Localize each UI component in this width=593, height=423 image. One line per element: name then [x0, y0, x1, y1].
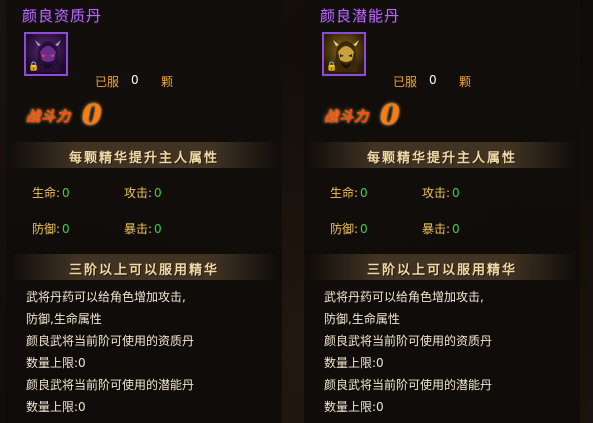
stat-attack: 攻击: 0 — [124, 184, 162, 201]
owned-count: 0 — [131, 73, 139, 87]
stat-hp-value: 0 — [62, 186, 70, 200]
combat-power-value: 0 — [82, 98, 102, 131]
desc-line: 数量上限:0 — [26, 356, 86, 370]
desc-line: 数量上限:0 — [324, 400, 384, 414]
pill-description: 武将丹药可以给角色增加攻击, 防御,生命属性 颜良武将当前阶可使用的资质丹 数量… — [26, 286, 194, 418]
owned-label: 已服 — [393, 75, 418, 89]
stat-defense: 防御: 0 — [32, 220, 70, 237]
stat-defense-value: 0 — [360, 222, 368, 236]
desc-line: 武将丹药可以给角色增加攻击, — [26, 290, 186, 304]
desc-line: 数量上限:0 — [324, 356, 384, 370]
desc-line: 颜良武将当前阶可使用的潜能丹 — [324, 378, 493, 392]
combat-power-value: 0 — [380, 98, 400, 131]
pill-description: 武将丹药可以给角色增加攻击, 防御,生命属性 颜良武将当前阶可使用的资质丹 数量… — [324, 286, 492, 418]
stat-crit: 暴击: 0 — [124, 220, 162, 237]
stat-crit-label: 暴击: — [422, 222, 451, 236]
stat-attack-value: 0 — [452, 186, 460, 200]
stat-attack-value: 0 — [154, 186, 162, 200]
owned-unit: 颗 — [459, 75, 472, 89]
requirement-section-header: 三阶以上可以服用精华 — [10, 254, 278, 280]
desc-line: 颜良武将当前阶可使用的潜能丹 — [26, 378, 195, 392]
stat-hp: 生命: 0 — [32, 184, 70, 201]
desc-line: 数量上限:0 — [26, 400, 86, 414]
desc-line: 防御,生命属性 — [324, 312, 400, 326]
stat-attack-label: 攻击: — [422, 186, 451, 200]
stat-defense-value: 0 — [62, 222, 70, 236]
stat-hp-value: 0 — [360, 186, 368, 200]
attr-section-header: 每颗精华提升主人属性 — [10, 142, 278, 168]
pill-title: 颜良资质丹 — [22, 7, 103, 25]
pill-icon-slot[interactable]: 🔒 — [322, 32, 366, 76]
stat-crit-label: 暴击: — [124, 222, 153, 236]
owned-count: 0 — [429, 73, 437, 87]
stat-hp-label: 生命: — [330, 186, 359, 200]
attr-section-header: 每颗精华提升主人属性 — [308, 142, 576, 168]
lock-icon: 🔒 — [28, 62, 40, 72]
stat-crit-value: 0 — [452, 222, 460, 236]
stat-defense-label: 防御: — [32, 222, 61, 236]
requirement-section-header: 三阶以上可以服用精华 — [308, 254, 576, 280]
stat-attack-label: 攻击: — [124, 186, 153, 200]
pill-panel-potential: 颜良潜能丹 🔒 已服 0 颗 战斗力 0 每颗精华提升主人属性 生命: 0 攻击:… — [304, 0, 580, 423]
desc-line: 颜良武将当前阶可使用的资质丹 — [324, 334, 493, 348]
owned-label: 已服 — [95, 75, 120, 89]
desc-line: 防御,生命属性 — [26, 312, 102, 326]
combat-power-label: 战斗力 — [324, 109, 369, 125]
owned-unit: 颗 — [161, 75, 174, 89]
stat-defense: 防御: 0 — [330, 220, 368, 237]
stat-crit: 暴击: 0 — [422, 220, 460, 237]
pill-panel-aptitude: 颜良资质丹 🔒 已服 0 颗 战斗力 0 每颗精华提升主人属性 生命: 0 攻击:… — [6, 0, 282, 423]
desc-line: 颜良武将当前阶可使用的资质丹 — [26, 334, 195, 348]
desc-line: 武将丹药可以给角色增加攻击, — [324, 290, 484, 304]
stat-crit-value: 0 — [154, 222, 162, 236]
attr-section-title: 每颗精华提升主人属性 — [366, 151, 517, 166]
stat-attack: 攻击: 0 — [422, 184, 460, 201]
pill-icon-slot[interactable]: 🔒 — [24, 32, 68, 76]
requirement-section-title: 三阶以上可以服用精华 — [366, 263, 517, 278]
pill-title: 颜良潜能丹 — [320, 7, 401, 25]
lock-icon: 🔒 — [326, 62, 338, 72]
requirement-section-title: 三阶以上可以服用精华 — [68, 263, 219, 278]
stat-hp-label: 生命: — [32, 186, 61, 200]
stat-hp: 生命: 0 — [330, 184, 368, 201]
attr-section-title: 每颗精华提升主人属性 — [68, 151, 219, 166]
stat-defense-label: 防御: — [330, 222, 359, 236]
combat-power-label: 战斗力 — [26, 109, 71, 125]
